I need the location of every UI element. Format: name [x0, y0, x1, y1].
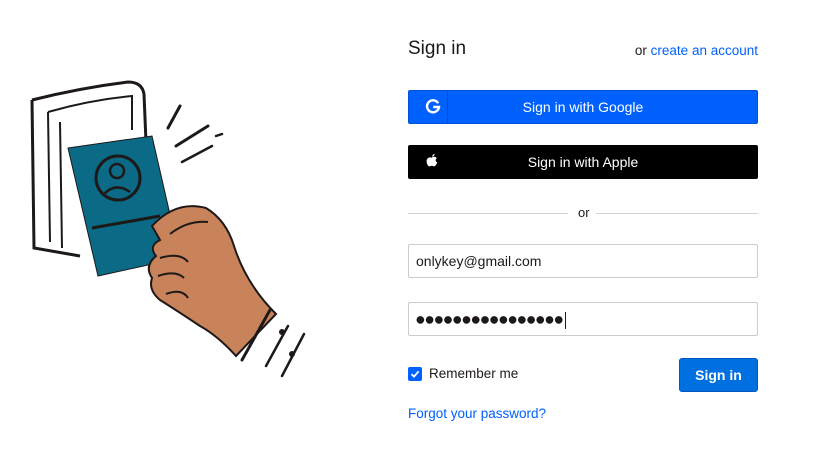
or-text: or [634, 43, 647, 58]
forgot-password-link[interactable]: Forgot your password? [408, 406, 546, 421]
password-field[interactable]: ●●●●●●●●●●●●●●●● [408, 302, 758, 336]
password-value: ●●●●●●●●●●●●●●●● [416, 314, 564, 326]
google-icon [419, 91, 448, 123]
google-sign-in-label: Sign in with Google [522, 99, 644, 115]
page-title: Sign in [408, 38, 467, 59]
hand-with-passport-illustration [30, 80, 306, 378]
create-account-row: or create an account [635, 43, 758, 58]
checkmark-icon [410, 370, 420, 378]
divider-or-text: or [578, 205, 590, 220]
apple-sign-in-button[interactable]: Sign in with Apple [408, 145, 758, 179]
email-field[interactable]: onlykey@gmail.com [408, 244, 758, 278]
text-caret [564, 311, 566, 329]
apple-sign-in-label: Sign in with Apple [527, 154, 639, 170]
remember-me-label: Remember me [429, 366, 519, 381]
sign-in-panel: Sign in or create an account Sign in wit… [408, 0, 758, 463]
divider-line-left [408, 213, 568, 214]
create-account-link[interactable]: create an account [651, 43, 758, 58]
sign-in-submit-button[interactable]: Sign in [679, 358, 758, 392]
or-divider: or [408, 205, 758, 221]
apple-icon [418, 145, 446, 177]
remember-me-row[interactable]: Remember me [408, 366, 518, 381]
remember-me-checkbox[interactable] [408, 366, 422, 381]
divider-line-right [596, 213, 758, 214]
google-sign-in-button[interactable]: Sign in with Google [408, 90, 758, 124]
email-value: onlykey@gmail.com [416, 253, 542, 269]
